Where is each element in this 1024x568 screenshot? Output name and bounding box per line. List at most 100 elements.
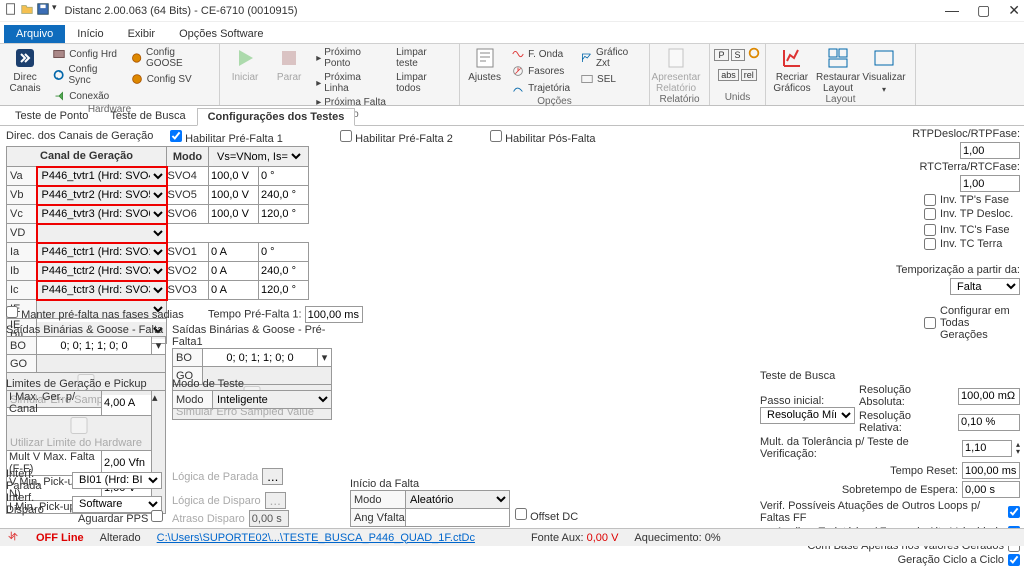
ajustes-button[interactable]: Ajustes: [466, 46, 503, 83]
f-onda-button[interactable]: F. Onda: [509, 46, 572, 62]
logica-disparo-button[interactable]: ...: [265, 492, 286, 509]
ribbon-tab-exibir[interactable]: Exibir: [116, 25, 168, 43]
habilitar-pre2-check[interactable]: Habilitar Pré-Falta 2: [340, 130, 453, 145]
bo-falta-input[interactable]: [37, 337, 151, 354]
modo-intel-select[interactable]: Inteligente: [213, 391, 331, 408]
passo-select[interactable]: Resolução Mín: [760, 407, 855, 424]
ch-mag-input[interactable]: [209, 168, 258, 185]
ch-mag-input[interactable]: [209, 282, 258, 299]
ch-select[interactable]: P446_tvtr1 (Hrd: SVO4): [38, 168, 166, 185]
ch-select[interactable]: P446_tctr3 (Hrd: SVO3): [38, 282, 166, 299]
trajetoria-button[interactable]: Trajetória: [509, 80, 572, 96]
ch-select[interactable]: [38, 225, 166, 242]
imax-input[interactable]: [102, 395, 151, 412]
close-button[interactable]: ✕: [1008, 2, 1020, 19]
tab-teste-busca[interactable]: Teste de Busca: [99, 107, 196, 125]
verif-loops-check[interactable]: Verif. Possíveis Atuações de Outros Loop…: [760, 500, 1020, 524]
proxima-linha-button[interactable]: ▸Próxima Linha: [314, 71, 388, 95]
chevron-down-icon[interactable]: ▾: [152, 337, 166, 355]
visualizar-button[interactable]: Visualizar▾: [864, 46, 904, 94]
config-goose-button[interactable]: Config GOOSE: [128, 46, 213, 70]
qat-open-icon[interactable]: [20, 2, 34, 19]
qat-dropdown-icon[interactable]: ▾: [52, 2, 57, 19]
iniciar-button[interactable]: Iniciar: [226, 46, 264, 83]
limpar-teste-button[interactable]: Limpar teste: [394, 46, 453, 70]
ch-ang-input[interactable]: [259, 263, 308, 280]
res-abs-input[interactable]: [958, 388, 1020, 405]
rtp-desloc-input[interactable]: [960, 142, 1020, 159]
modo-select[interactable]: Vs=VNom, Is=0: [213, 148, 304, 165]
rtc-terra-input[interactable]: [960, 175, 1020, 192]
tab-config-testes[interactable]: Configurações dos Testes: [197, 108, 356, 126]
ch-ang-input[interactable]: [259, 244, 308, 261]
unit-s-icon[interactable]: S: [731, 49, 745, 61]
config-sync-button[interactable]: Config Sync: [50, 63, 122, 87]
grafico-zxt-button[interactable]: Gráfico Zxt: [578, 46, 643, 70]
conexao-button[interactable]: Conexão: [50, 88, 122, 104]
maximize-button[interactable]: ▢: [977, 2, 990, 19]
qat-new-icon[interactable]: [4, 2, 18, 19]
recriar-graficos-button[interactable]: Recriar Gráficos: [772, 46, 812, 94]
limpar-todos-button[interactable]: Limpar todos: [394, 71, 453, 95]
chevron-down-icon[interactable]: ▾: [318, 349, 332, 367]
ch-ang-input[interactable]: [259, 187, 308, 204]
ch-select[interactable]: P446_tvtr3 (Hrd: SVO6): [38, 206, 166, 223]
temp-partir-select[interactable]: Falta: [950, 278, 1020, 295]
ch-select[interactable]: P446_tctr1 (Hrd: SVO1): [38, 244, 166, 261]
ribbon-tab-opcoes[interactable]: Opções Software: [167, 25, 275, 43]
sobretempo-input[interactable]: [962, 481, 1020, 498]
direc-canais-button[interactable]: Direc Canais: [6, 46, 44, 94]
minimize-button[interactable]: —: [945, 2, 959, 19]
tempo-reset-input[interactable]: [962, 462, 1020, 479]
fasores-button[interactable]: Fasores: [509, 63, 572, 79]
status-conn-icon[interactable]: [6, 529, 20, 546]
habilitar-pre1-check[interactable]: Habilitar Pré-Falta 1: [170, 130, 283, 145]
spinner-icon[interactable]: ▴▾: [1016, 441, 1020, 455]
ch-select[interactable]: P446_tctr2 (Hrd: SVO2): [38, 263, 166, 280]
unit-rel-icon[interactable]: rel: [741, 69, 757, 81]
restaurar-layout-button[interactable]: Restaurar Layout: [818, 46, 858, 94]
ch-mag-input[interactable]: [209, 244, 258, 261]
tempo-pre1-input[interactable]: [305, 306, 363, 323]
apresentar-relatorio-button[interactable]: Apresentar Relatório: [656, 46, 696, 94]
mult-tol-input[interactable]: [962, 440, 1012, 457]
ribbon-tab-inicio[interactable]: Início: [65, 25, 115, 43]
ch-mag-input[interactable]: [209, 187, 258, 204]
config-sv-button[interactable]: Config SV: [128, 71, 213, 87]
status-path-link[interactable]: C:\Users\SUPORTE02\...\TESTE_BUSCA_P446_…: [157, 532, 475, 544]
inv-tps-fase-check[interactable]: Inv. TP's Fase: [740, 194, 1020, 206]
tab-teste-ponto[interactable]: Teste de Ponto: [4, 107, 99, 125]
if-ang-input[interactable]: [406, 509, 509, 526]
config-hrd-button[interactable]: Config Hrd: [50, 46, 122, 62]
manter-prefalta-check[interactable]: Manter pré-falta nas fases sadias: [6, 306, 184, 321]
scroll-up-icon[interactable]: ▴: [152, 391, 165, 404]
inv-tc-terra-check[interactable]: Inv. TC Terra: [740, 238, 1020, 250]
unit-cycle-icon[interactable]: [747, 46, 761, 63]
interf-parada-select[interactable]: BI01 (Hrd: BI1): [72, 472, 162, 489]
offset-dc-check[interactable]: Offset DC: [515, 508, 578, 523]
ch-mag-input[interactable]: [209, 206, 258, 223]
res-rel-input[interactable]: [958, 414, 1020, 431]
bo-pre1-input[interactable]: [203, 349, 317, 366]
ch-ang-input[interactable]: [259, 206, 308, 223]
unit-abs-icon[interactable]: abs: [718, 69, 739, 81]
qat-save-icon[interactable]: [36, 2, 50, 19]
ribbon-tab-arquivo[interactable]: Arquivo: [4, 25, 65, 43]
ch-mag-input[interactable]: [209, 263, 258, 280]
if-modo-select[interactable]: Aleatório: [406, 491, 509, 508]
ch-ang-input[interactable]: [259, 168, 308, 185]
logica-parada-button[interactable]: ...: [262, 468, 283, 485]
aguardar-pps-check[interactable]: Aguardar PPS: [78, 510, 163, 525]
ch-select[interactable]: P446_tvtr2 (Hrd: SVO5): [38, 187, 166, 204]
atraso-disparo-input[interactable]: [249, 510, 289, 527]
ch-ang-input[interactable]: [259, 282, 308, 299]
inv-tcs-fase-check[interactable]: Inv. TC's Fase: [740, 224, 1020, 236]
inv-tp-desloc-check[interactable]: Inv. TP Desloc.: [740, 208, 1020, 220]
configurar-todas-check[interactable]: Configurar em Todas Gerações: [740, 305, 1020, 341]
geracao-ciclo-check[interactable]: Geração Ciclo a Ciclo: [760, 554, 1020, 566]
sel-button[interactable]: SEL: [578, 71, 643, 87]
go-falta-input[interactable]: [37, 355, 165, 372]
habilitar-pos-check[interactable]: Habilitar Pós-Falta: [490, 130, 596, 145]
proximo-ponto-button[interactable]: ▸Próximo Ponto: [314, 46, 388, 70]
unit-p-icon[interactable]: P: [714, 49, 728, 61]
